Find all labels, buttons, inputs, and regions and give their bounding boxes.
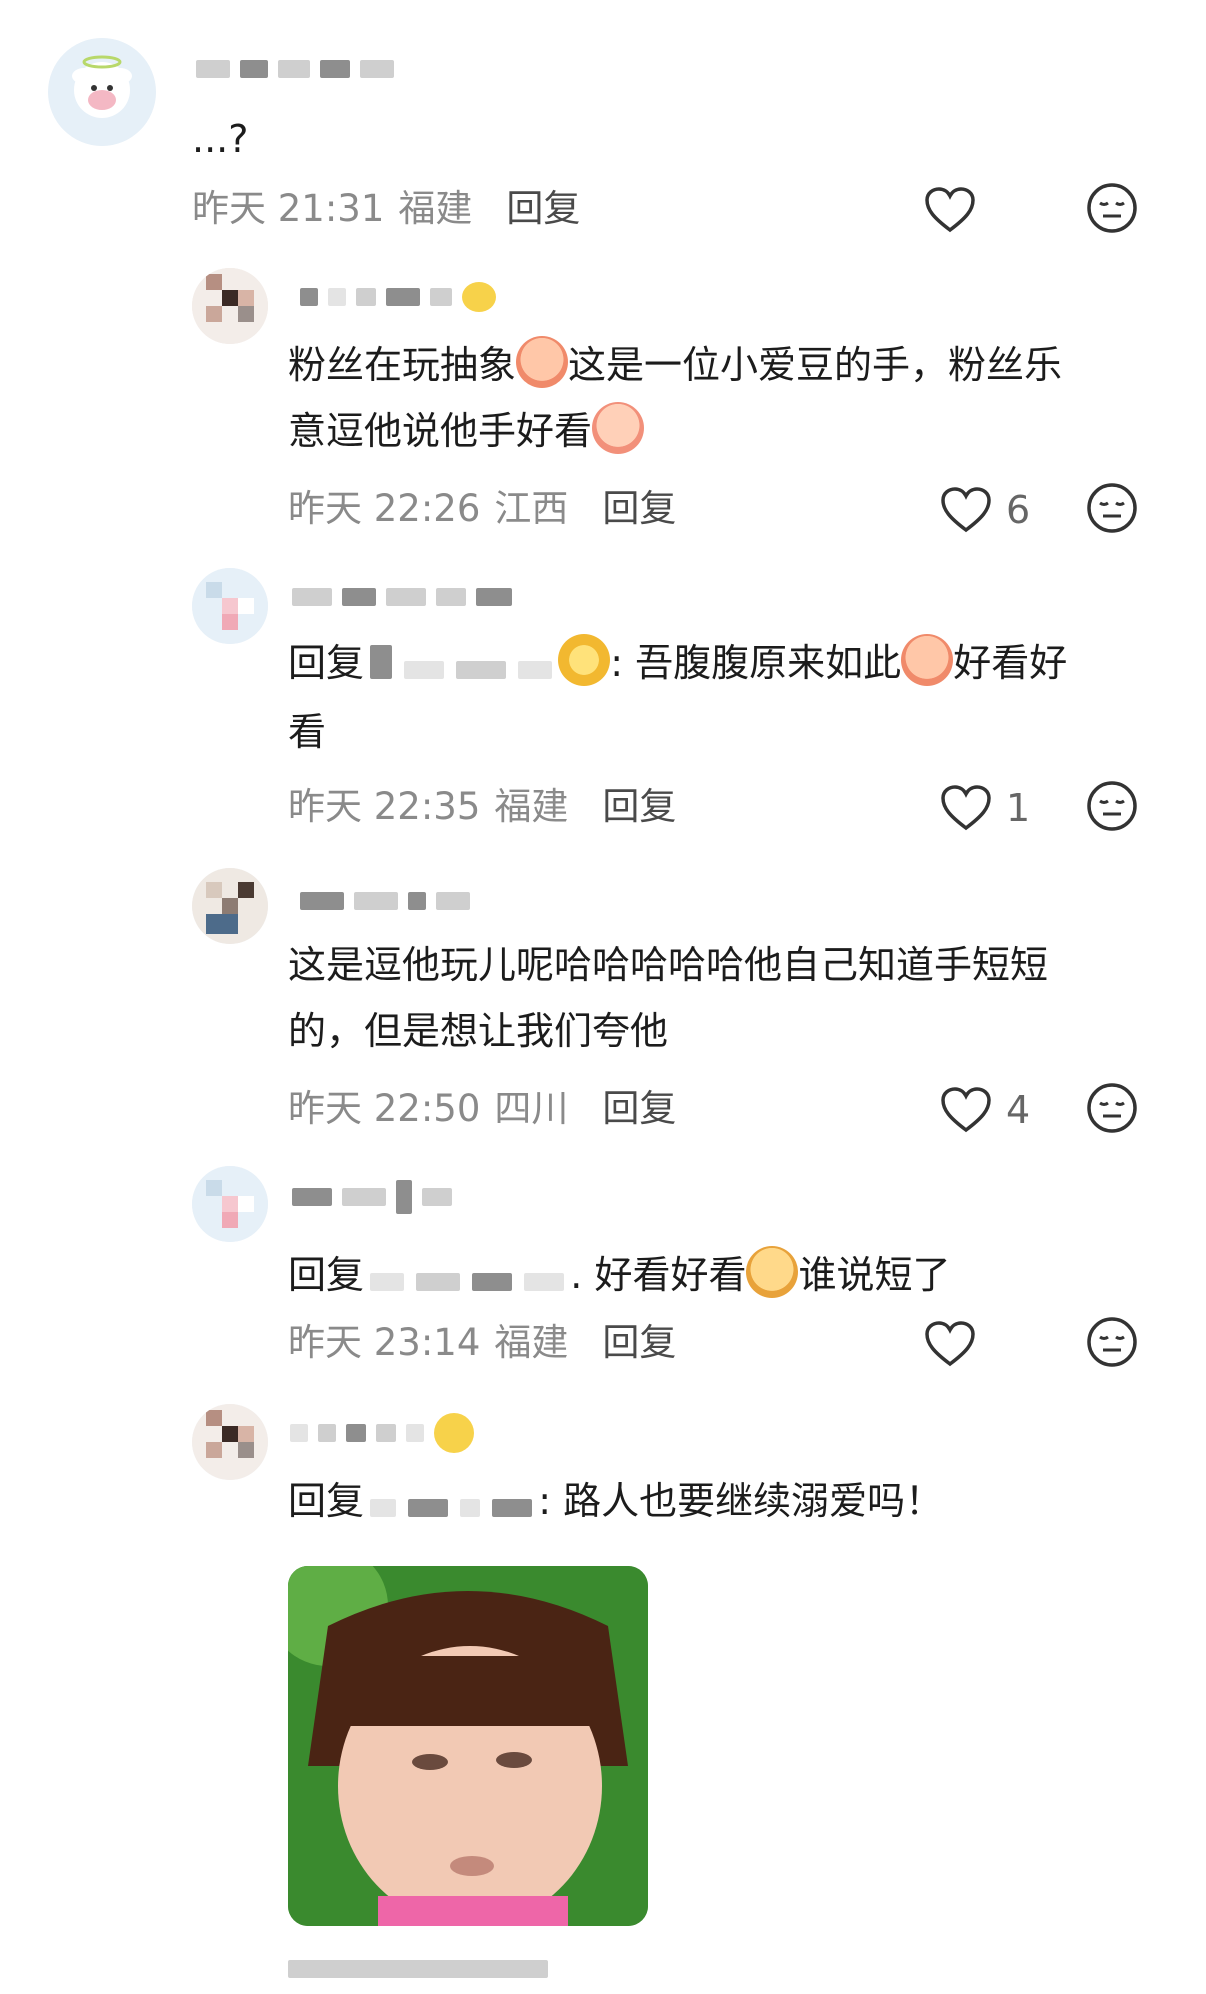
comment-meta: 昨天 22:26 江西 回复 xyxy=(288,480,676,530)
location: 福建 xyxy=(398,187,473,230)
avatar[interactable] xyxy=(192,1404,268,1480)
reply-prefix: 回复 xyxy=(288,1479,365,1523)
heart-outline-icon xyxy=(925,187,975,233)
like-button[interactable] xyxy=(924,182,976,238)
avatar[interactable] xyxy=(192,568,268,644)
comment-meta: 昨天 22:50 四川 回复 xyxy=(288,1080,676,1130)
comment-body: ...? xyxy=(192,117,249,161)
comment-meta: 昨天 21:31 福建 回复 xyxy=(192,180,580,230)
comment-text: 回复 . 好看好看 谁说短了 xyxy=(288,1242,1188,1311)
mention-blurred[interactable] xyxy=(370,1245,565,1311)
username[interactable] xyxy=(300,884,470,918)
crying-face-emoji xyxy=(516,336,569,388)
like-button[interactable] xyxy=(924,1316,976,1372)
heart-outline-icon xyxy=(941,785,991,831)
comment-text: 回复 : 吾腹腹原来如此 好看好 看 xyxy=(288,630,1188,765)
like-button[interactable]: 6 xyxy=(940,482,1030,538)
sparkle-emoji xyxy=(434,1413,474,1453)
mention-blurred[interactable] xyxy=(370,1471,533,1537)
neutral-face-icon[interactable] xyxy=(1086,780,1138,832)
like-count: 4 xyxy=(1006,1088,1031,1132)
timestamp: 昨天 22:26 xyxy=(288,487,481,530)
comment-line-1: 这是逗他玩儿呢哈哈哈哈哈他自己知道手短短 xyxy=(288,943,1049,987)
comment-line-2: 看 xyxy=(288,699,1188,765)
username[interactable] xyxy=(292,1180,452,1214)
avatar[interactable] xyxy=(192,268,268,344)
sparkle-emoji xyxy=(462,282,496,312)
reply-prefix: 回复 xyxy=(288,1253,365,1297)
heart-outline-icon xyxy=(925,1321,975,1367)
text-segment: 这是一位小爱豆的手，粉丝乐 xyxy=(568,343,1063,387)
sticker-image[interactable] xyxy=(288,1566,648,1926)
sticker-dora-face xyxy=(288,1566,648,1926)
location: 福建 xyxy=(494,785,569,828)
text-segment: : 路人也要继续溺爱吗！ xyxy=(538,1479,944,1523)
like-button[interactable]: 4 xyxy=(940,1082,1030,1138)
timestamp: 昨天 23:14 xyxy=(288,1321,481,1364)
comment-text: 这是逗他玩儿呢哈哈哈哈哈他自己知道手短短 的，但是想让我们夸他 xyxy=(288,932,1188,1064)
timestamp: 昨天 22:50 xyxy=(288,1087,481,1130)
avatar-image xyxy=(48,38,156,146)
mention-blurred[interactable] xyxy=(370,633,553,699)
shy-face-emoji xyxy=(592,402,645,454)
text-segment: . 好看好看 xyxy=(570,1253,747,1297)
like-count: 1 xyxy=(1006,786,1031,830)
like-count: 6 xyxy=(1006,488,1031,532)
reply-button[interactable]: 回复 xyxy=(602,478,676,532)
text-segment: 谁说短了 xyxy=(798,1253,951,1297)
comment-meta xyxy=(288,1944,548,1994)
smirk-cat-emoji xyxy=(746,1246,799,1298)
avatar[interactable] xyxy=(48,38,156,146)
text-segment: : 吾腹腹原来如此 xyxy=(610,641,902,685)
location: 四川 xyxy=(494,1087,569,1130)
comment-line-1: 回复 . 好看好看 谁说短了 xyxy=(288,1242,1188,1311)
reply-button[interactable]: 回复 xyxy=(602,1312,676,1366)
text-segment: 意逗他说他手好看 xyxy=(288,409,593,453)
avatar[interactable] xyxy=(192,868,268,944)
comment-text: ...? xyxy=(192,106,1092,172)
comment-meta: 昨天 22:35 福建 回复 xyxy=(288,778,676,828)
neutral-face-icon[interactable] xyxy=(1086,1082,1138,1134)
reply-prefix: 回复 xyxy=(288,641,365,685)
reply-button[interactable]: 回复 xyxy=(506,178,580,232)
text-segment: 粉丝在玩抽象 xyxy=(288,343,517,387)
avatar-image xyxy=(192,268,268,344)
comment-line-2: 的，但是想让我们夸他 xyxy=(288,1009,669,1053)
avatar-image xyxy=(192,868,268,944)
heart-outline-icon xyxy=(941,1087,991,1133)
comment-line-1: 粉丝在玩抽象 这是一位小爱豆的手，粉丝乐 xyxy=(288,332,1188,398)
username[interactable] xyxy=(290,1413,474,1453)
avatar[interactable] xyxy=(192,1166,268,1242)
comment-line-2: 意逗他说他手好看 xyxy=(288,398,1188,464)
avatar-image xyxy=(192,1166,268,1242)
username[interactable] xyxy=(292,580,512,614)
location: 福建 xyxy=(494,1321,569,1364)
text-segment: 好看好 xyxy=(953,641,1068,685)
timestamp: 昨天 22:35 xyxy=(288,785,481,828)
username[interactable] xyxy=(300,280,496,314)
avatar-image xyxy=(192,1404,268,1480)
neutral-face-icon[interactable] xyxy=(1086,182,1138,234)
username[interactable] xyxy=(196,52,394,86)
sparkle-emoji xyxy=(558,634,611,686)
reply-button[interactable]: 回复 xyxy=(602,776,676,830)
reply-button[interactable]: 回复 xyxy=(602,1078,676,1132)
neutral-face-icon[interactable] xyxy=(1086,482,1138,534)
neutral-face-icon[interactable] xyxy=(1086,1316,1138,1368)
text-segment: 看 xyxy=(288,709,327,754)
comment-meta: 昨天 23:14 福建 回复 xyxy=(288,1314,676,1364)
comment-line-1: 回复 : 路人也要继续溺爱吗！ xyxy=(288,1468,1188,1537)
comment-line-1: 回复 : 吾腹腹原来如此 好看好 xyxy=(288,630,1188,699)
avatar-image xyxy=(192,568,268,644)
like-button[interactable]: 1 xyxy=(940,780,1030,836)
comment-text: 粉丝在玩抽象 这是一位小爱豆的手，粉丝乐 意逗他说他手好看 xyxy=(288,332,1188,464)
timestamp: 昨天 21:31 xyxy=(192,187,385,230)
comment-text: 回复 : 路人也要继续溺爱吗！ xyxy=(288,1468,1188,1537)
location: 江西 xyxy=(494,487,569,530)
crying-face-emoji xyxy=(901,634,954,686)
heart-outline-icon xyxy=(941,487,991,533)
